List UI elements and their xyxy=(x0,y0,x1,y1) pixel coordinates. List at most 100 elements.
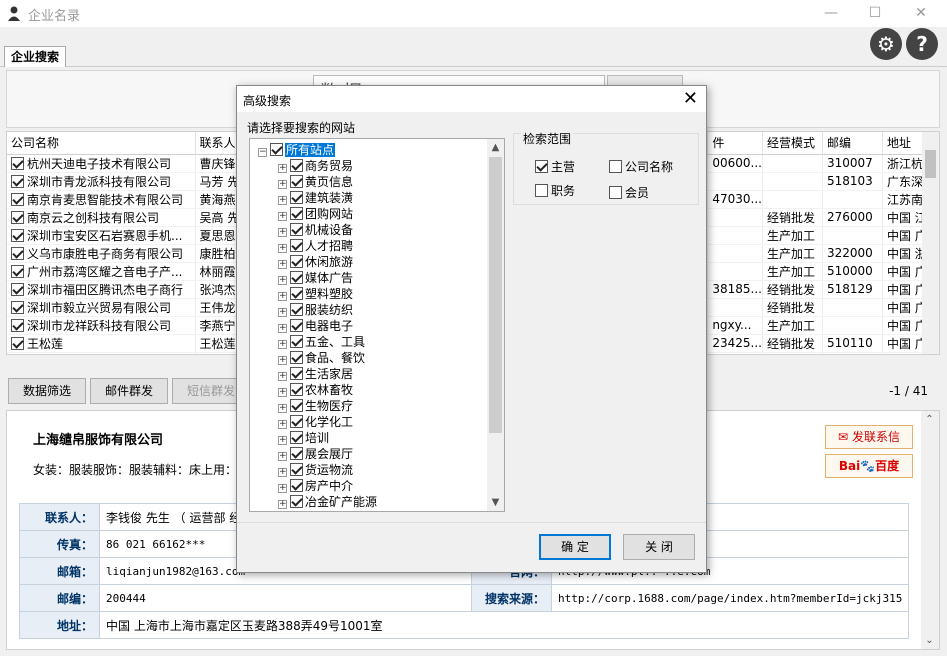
range-position-checkbox[interactable] xyxy=(535,184,548,197)
range-member[interactable]: 会员 xyxy=(609,184,649,201)
tree-item[interactable]: + 塑料塑胶 xyxy=(278,285,353,301)
tree-item-checkbox[interactable] xyxy=(290,351,303,364)
range-company-checkbox[interactable] xyxy=(609,160,622,173)
expand-icon[interactable]: + xyxy=(278,260,287,269)
tree-item[interactable]: + 媒体广告 xyxy=(278,269,353,285)
tree-item[interactable]: + 电器电子 xyxy=(278,317,353,333)
expand-icon[interactable]: + xyxy=(278,468,287,477)
expand-icon[interactable]: + xyxy=(278,196,287,205)
expand-icon[interactable]: + xyxy=(278,164,287,173)
tree-item-checkbox[interactable] xyxy=(290,223,303,236)
baidu-button[interactable]: Bai🐾百度 xyxy=(825,454,913,478)
expand-icon[interactable]: + xyxy=(278,436,287,445)
expand-icon[interactable]: + xyxy=(278,388,287,397)
row-checkbox[interactable] xyxy=(11,210,24,224)
tree-item-checkbox[interactable] xyxy=(290,255,303,268)
expand-icon[interactable]: + xyxy=(278,372,287,381)
tree-scrollbar[interactable]: ▲ ▼ xyxy=(487,139,504,511)
tree-item-checkbox[interactable] xyxy=(290,431,303,444)
column-header-name[interactable]: 公司名称 xyxy=(7,132,196,155)
close-dialog-button[interactable]: 关 闭 xyxy=(623,534,695,560)
tree-item-checkbox[interactable] xyxy=(290,287,303,300)
mass-mail-button[interactable]: 邮件群发 xyxy=(90,378,168,404)
row-checkbox[interactable] xyxy=(11,174,24,188)
tree-item-checkbox[interactable] xyxy=(290,207,303,220)
tree-root[interactable]: − 所有站点 xyxy=(258,141,336,157)
expand-icon[interactable]: + xyxy=(278,356,287,365)
column-header-zip[interactable]: 邮编 xyxy=(822,132,883,155)
range-main-business[interactable]: 主营 xyxy=(535,158,575,175)
row-checkbox[interactable] xyxy=(11,228,24,242)
settings-gear-icon[interactable]: ⚙ xyxy=(870,28,902,60)
tree-item[interactable]: + 房产中介 xyxy=(278,477,353,493)
tree-item[interactable]: + 休闲旅游 xyxy=(278,253,353,269)
tree-item-checkbox[interactable] xyxy=(290,399,303,412)
expand-icon[interactable]: + xyxy=(278,276,287,285)
grid-scrollbar[interactable] xyxy=(922,132,939,354)
grid-scroll-thumb[interactable] xyxy=(925,150,936,178)
row-checkbox[interactable] xyxy=(11,318,24,332)
tree-item-checkbox[interactable] xyxy=(290,159,303,172)
tree-item[interactable]: + 农林畜牧 xyxy=(278,381,353,397)
source-value[interactable]: http://corp.1688.com/page/index.htm?memb… xyxy=(550,584,910,612)
row-checkbox[interactable] xyxy=(11,246,24,260)
expand-icon[interactable]: + xyxy=(278,180,287,189)
tree-item-checkbox[interactable] xyxy=(290,447,303,460)
tree-item-checkbox[interactable] xyxy=(290,191,303,204)
tree-scroll-thumb[interactable] xyxy=(489,157,502,433)
row-checkbox[interactable] xyxy=(11,355,24,356)
tree-item[interactable]: + 培训 xyxy=(278,429,329,445)
expand-icon[interactable]: + xyxy=(278,308,287,317)
tree-scroll-up-icon[interactable]: ▲ xyxy=(487,139,504,156)
tree-root-checkbox[interactable] xyxy=(270,143,283,156)
filter-button[interactable]: 数据筛选 xyxy=(8,378,86,404)
column-header-mode[interactable]: 经营模式 xyxy=(762,132,823,155)
tree-item-checkbox[interactable] xyxy=(290,271,303,284)
confirm-button[interactable]: 确 定 xyxy=(539,534,611,560)
tree-item-checkbox[interactable] xyxy=(290,303,303,316)
scroll-up-icon[interactable]: ⌃ xyxy=(921,411,938,428)
range-member-checkbox[interactable] xyxy=(609,186,622,199)
collapse-icon[interactable]: − xyxy=(258,148,267,157)
tree-item-checkbox[interactable] xyxy=(290,335,303,348)
expand-icon[interactable]: + xyxy=(278,228,287,237)
tree-item-checkbox[interactable] xyxy=(290,479,303,492)
range-position[interactable]: 职务 xyxy=(535,182,575,199)
column-header-contact[interactable]: 联系人 xyxy=(195,132,241,155)
close-button[interactable]: ✕ xyxy=(908,3,934,23)
row-checkbox[interactable] xyxy=(11,156,24,170)
expand-icon[interactable]: + xyxy=(278,484,287,493)
tree-item[interactable]: + 五金、工具 xyxy=(278,333,365,349)
tree-item[interactable]: + 黄页信息 xyxy=(278,173,353,189)
scroll-down-icon[interactable]: ⌄ xyxy=(921,632,938,649)
tree-item-checkbox[interactable] xyxy=(290,319,303,332)
tree-item[interactable]: + 服装纺织 xyxy=(278,301,353,317)
tree-item[interactable]: + 冶金矿产能源 xyxy=(278,493,377,509)
tree-item[interactable]: + 化学化工 xyxy=(278,413,353,429)
tree-item-checkbox[interactable] xyxy=(290,367,303,380)
help-icon[interactable]: ? xyxy=(906,28,938,60)
row-checkbox[interactable] xyxy=(11,300,24,314)
expand-icon[interactable]: + xyxy=(278,212,287,221)
row-checkbox[interactable] xyxy=(11,264,24,278)
tree-item[interactable]: + 商务贸易 xyxy=(278,157,353,173)
expand-icon[interactable]: + xyxy=(278,324,287,333)
tree-item-checkbox[interactable] xyxy=(290,383,303,396)
maximize-button[interactable]: ☐ xyxy=(862,3,888,23)
range-main-checkbox[interactable] xyxy=(535,160,548,173)
tree-item[interactable]: + 机械设备 xyxy=(278,221,353,237)
minimize-button[interactable]: — xyxy=(818,3,844,23)
tree-item[interactable]: + 团购网站 xyxy=(278,205,353,221)
tab-company-search[interactable]: 企业搜索 xyxy=(4,46,67,67)
column-header-address[interactable]: 地址 xyxy=(882,132,928,155)
tree-item[interactable]: + 生物医疗 xyxy=(278,397,353,413)
expand-icon[interactable]: + xyxy=(278,404,287,413)
range-company-name[interactable]: 公司名称 xyxy=(609,158,673,175)
expand-icon[interactable]: + xyxy=(278,452,287,461)
tree-item[interactable]: + 生活家居 xyxy=(278,365,353,381)
row-checkbox[interactable] xyxy=(11,282,24,296)
tree-scroll-down-icon[interactable]: ▼ xyxy=(487,494,504,511)
tree-item[interactable]: + 建筑装潢 xyxy=(278,189,353,205)
expand-icon[interactable]: + xyxy=(278,340,287,349)
tree-item[interactable]: + 食品、餐饮 xyxy=(278,349,365,365)
